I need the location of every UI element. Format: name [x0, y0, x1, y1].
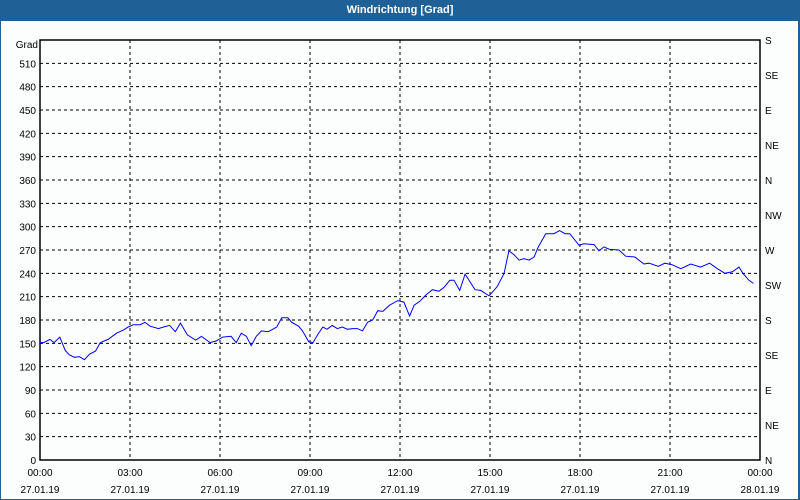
- right-tick-label: E: [765, 106, 772, 117]
- right-tick-label: W: [765, 246, 775, 257]
- y-tick-label: 450: [19, 106, 36, 117]
- y-tick-label: 150: [19, 339, 36, 350]
- x-tick-time: 21:00: [657, 468, 682, 479]
- y-tick-label: 30: [25, 433, 37, 444]
- x-tick-time: 00:00: [747, 468, 772, 479]
- y-tick-label: 510: [19, 59, 36, 70]
- right-tick-label: NW: [765, 211, 782, 222]
- y-axis-label: Grad: [16, 40, 38, 51]
- y-tick-label: 60: [25, 409, 37, 420]
- y-tick-label: 0: [30, 456, 36, 467]
- x-tick-time: 00:00: [27, 468, 52, 479]
- x-tick-time: 09:00: [297, 468, 322, 479]
- y-tick-label: 360: [19, 176, 36, 187]
- right-tick-label: SE: [765, 351, 779, 362]
- right-tick-label: E: [765, 386, 772, 397]
- y-tick-label: 120: [19, 363, 36, 374]
- right-tick-label: NE: [765, 141, 779, 152]
- y-tick-label: 240: [19, 269, 36, 280]
- y-tick-label: 90: [25, 386, 37, 397]
- y-tick-label: 480: [19, 83, 36, 94]
- right-tick-label: N: [765, 456, 772, 467]
- right-tick-label: NE: [765, 421, 779, 432]
- y-tick-label: 180: [19, 316, 36, 327]
- y-tick-label: 420: [19, 129, 36, 140]
- y-tick-label: 330: [19, 199, 36, 210]
- right-tick-label: SW: [765, 281, 782, 292]
- x-tick-date: 28.01.19: [741, 485, 780, 496]
- x-tick-date: 27.01.19: [561, 485, 600, 496]
- right-tick-label: S: [765, 316, 772, 327]
- x-tick-date: 27.01.19: [201, 485, 240, 496]
- x-tick-time: 06:00: [207, 468, 232, 479]
- wind-direction-chart: 0 30 60 90 120 150 180 210 240 270 300 330 360 390 420…: [16, 36, 782, 496]
- y-tick-label: 300: [19, 223, 36, 234]
- x-tick-date: 27.01.19: [471, 485, 510, 496]
- y-tick-label: 270: [19, 246, 36, 257]
- x-tick-time: 12:00: [387, 468, 412, 479]
- x-tick-date: 27.01.19: [291, 485, 330, 496]
- right-tick-label: S: [765, 36, 772, 47]
- x-tick-date: 27.01.19: [381, 485, 420, 496]
- y-tick-label: 210: [19, 293, 36, 304]
- x-tick-date: 27.01.19: [651, 485, 690, 496]
- right-tick-label: SE: [765, 71, 779, 82]
- x-tick-date: 27.01.19: [21, 485, 60, 496]
- right-tick-label: N: [765, 176, 772, 187]
- x-tick-time: 03:00: [117, 468, 142, 479]
- x-tick-time: 18:00: [567, 468, 592, 479]
- y-tick-label: 390: [19, 153, 36, 164]
- x-tick-time: 15:00: [477, 468, 502, 479]
- x-tick-date: 27.01.19: [111, 485, 150, 496]
